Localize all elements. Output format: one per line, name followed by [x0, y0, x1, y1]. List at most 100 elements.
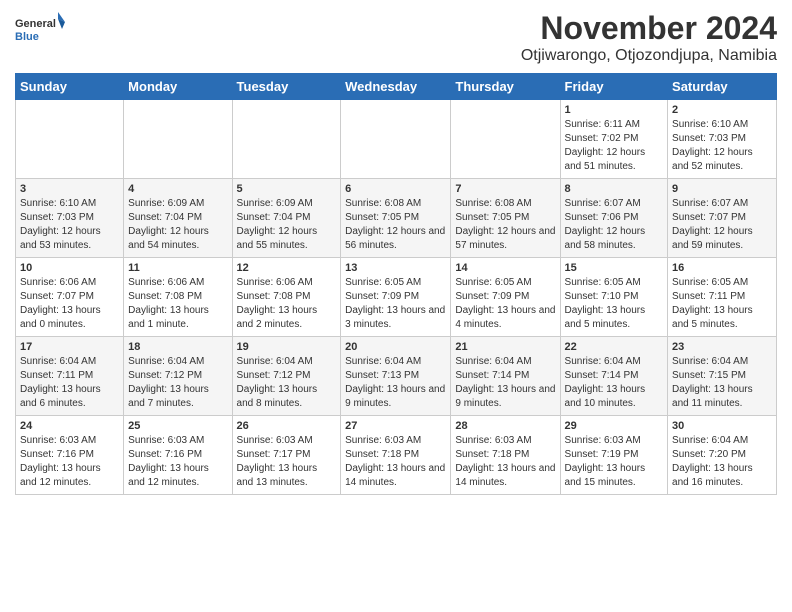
day-number: 12	[237, 262, 337, 274]
day-info: Sunrise: 6:03 AMSunset: 7:18 PMDaylight:…	[455, 434, 555, 490]
day-info: Sunrise: 6:03 AMSunset: 7:17 PMDaylight:…	[237, 434, 337, 490]
day-number: 5	[237, 183, 337, 195]
svg-text:General: General	[15, 18, 56, 30]
calendar-cell: 5 Sunrise: 6:09 AMSunset: 7:04 PMDaylight…	[232, 179, 341, 258]
day-number: 19	[237, 341, 337, 353]
day-number: 10	[20, 262, 119, 274]
calendar-cell: 15 Sunrise: 6:05 AMSunset: 7:10 PMDayligh…	[560, 258, 668, 337]
calendar-week-row: 24 Sunrise: 6:03 AMSunset: 7:16 PMDayligh…	[16, 416, 777, 495]
month-title: November 2024	[521, 10, 777, 47]
calendar-cell: 12Sunrise: 6:06 AMSunset: 7:08 PMDayligh…	[232, 258, 341, 337]
day-number: 8	[565, 183, 664, 195]
title-block: November 2024 Otjiwarongo, Otjozondjupa,…	[521, 10, 777, 65]
weekday-header: Saturday	[668, 74, 777, 100]
calendar-cell: 2 Sunrise: 6:10 AMSunset: 7:03 PMDaylight…	[668, 100, 777, 179]
day-number: 20	[345, 341, 446, 353]
day-info: Sunrise: 6:06 AMSunset: 7:08 PMDaylight:…	[128, 276, 227, 332]
weekday-header: Monday	[124, 74, 232, 100]
calendar-cell: 22 Sunrise: 6:04 AMSunset: 7:14 PMDayligh…	[560, 337, 668, 416]
logo-icon: General Blue	[15, 10, 65, 50]
calendar-cell: 16Sunrise: 6:05 AMSunset: 7:11 PMDayligh…	[668, 258, 777, 337]
day-number: 9	[672, 183, 772, 195]
day-info: Sunrise: 6:04 AMSunset: 7:11 PMDaylight:…	[20, 355, 119, 411]
calendar-cell	[16, 100, 124, 179]
calendar-cell: 7 Sunrise: 6:08 AMSunset: 7:05 PMDaylight…	[451, 179, 560, 258]
day-info: Sunrise: 6:04 AMSunset: 7:12 PMDaylight:…	[128, 355, 227, 411]
day-info: Sunrise: 6:05 AMSunset: 7:10 PMDaylight:…	[565, 276, 664, 332]
day-info: Sunrise: 6:08 AMSunset: 7:05 PMDaylight:…	[345, 197, 446, 253]
calendar-cell: 18 Sunrise: 6:04 AMSunset: 7:12 PMDayligh…	[124, 337, 232, 416]
weekday-header: Thursday	[451, 74, 560, 100]
day-number: 22	[565, 341, 664, 353]
calendar-week-row: 17 Sunrise: 6:04 AMSunset: 7:11 PMDayligh…	[16, 337, 777, 416]
weekday-header: Wednesday	[341, 74, 451, 100]
calendar-cell: 19 Sunrise: 6:04 AMSunset: 7:12 PMDayligh…	[232, 337, 341, 416]
calendar-week-row: 3 Sunrise: 6:10 AMSunset: 7:03 PMDaylight…	[16, 179, 777, 258]
day-number: 23	[672, 341, 772, 353]
day-info: Sunrise: 6:11 AMSunset: 7:02 PMDaylight:…	[565, 118, 664, 174]
day-info: Sunrise: 6:03 AMSunset: 7:19 PMDaylight:…	[565, 434, 664, 490]
day-number: 7	[455, 183, 555, 195]
day-number: 14	[455, 262, 555, 274]
calendar-cell: 6 Sunrise: 6:08 AMSunset: 7:05 PMDaylight…	[341, 179, 451, 258]
day-number: 28	[455, 420, 555, 432]
day-info: Sunrise: 6:10 AMSunset: 7:03 PMDaylight:…	[672, 118, 772, 174]
calendar-cell	[124, 100, 232, 179]
day-info: Sunrise: 6:03 AMSunset: 7:16 PMDaylight:…	[20, 434, 119, 490]
calendar-cell	[451, 100, 560, 179]
day-info: Sunrise: 6:05 AMSunset: 7:09 PMDaylight:…	[345, 276, 446, 332]
calendar-cell: 20Sunrise: 6:04 AMSunset: 7:13 PMDayligh…	[341, 337, 451, 416]
day-number: 6	[345, 183, 446, 195]
calendar-cell: 17 Sunrise: 6:04 AMSunset: 7:11 PMDayligh…	[16, 337, 124, 416]
calendar-week-row: 10Sunrise: 6:06 AMSunset: 7:07 PMDayligh…	[16, 258, 777, 337]
day-number: 2	[672, 104, 772, 116]
day-info: Sunrise: 6:04 AMSunset: 7:15 PMDaylight:…	[672, 355, 772, 411]
day-number: 15	[565, 262, 664, 274]
day-info: Sunrise: 6:03 AMSunset: 7:18 PMDaylight:…	[345, 434, 446, 490]
day-number: 30	[672, 420, 772, 432]
calendar-cell: 28 Sunrise: 6:03 AMSunset: 7:18 PMDayligh…	[451, 416, 560, 495]
day-number: 29	[565, 420, 664, 432]
day-info: Sunrise: 6:05 AMSunset: 7:09 PMDaylight:…	[455, 276, 555, 332]
day-number: 3	[20, 183, 119, 195]
day-number: 24	[20, 420, 119, 432]
day-number: 13	[345, 262, 446, 274]
day-number: 25	[128, 420, 227, 432]
day-number: 4	[128, 183, 227, 195]
day-info: Sunrise: 6:09 AMSunset: 7:04 PMDaylight:…	[237, 197, 337, 253]
day-number: 11	[128, 262, 227, 274]
calendar-cell: 3 Sunrise: 6:10 AMSunset: 7:03 PMDaylight…	[16, 179, 124, 258]
day-info: Sunrise: 6:08 AMSunset: 7:05 PMDaylight:…	[455, 197, 555, 253]
calendar-cell: 21 Sunrise: 6:04 AMSunset: 7:14 PMDayligh…	[451, 337, 560, 416]
weekday-header: Sunday	[16, 74, 124, 100]
svg-text:Blue: Blue	[15, 31, 39, 43]
day-info: Sunrise: 6:04 AMSunset: 7:20 PMDaylight:…	[672, 434, 772, 490]
day-info: Sunrise: 6:04 AMSunset: 7:14 PMDaylight:…	[565, 355, 664, 411]
calendar-cell: 8Sunrise: 6:07 AMSunset: 7:06 PMDaylight…	[560, 179, 668, 258]
day-number: 27	[345, 420, 446, 432]
calendar-cell: 10Sunrise: 6:06 AMSunset: 7:07 PMDayligh…	[16, 258, 124, 337]
calendar-cell: 13 Sunrise: 6:05 AMSunset: 7:09 PMDayligh…	[341, 258, 451, 337]
calendar-cell: 4 Sunrise: 6:09 AMSunset: 7:04 PMDaylight…	[124, 179, 232, 258]
weekday-header: Friday	[560, 74, 668, 100]
day-number: 18	[128, 341, 227, 353]
day-info: Sunrise: 6:10 AMSunset: 7:03 PMDaylight:…	[20, 197, 119, 253]
day-number: 17	[20, 341, 119, 353]
calendar-header-row: SundayMondayTuesdayWednesdayThursdayFrid…	[16, 74, 777, 100]
weekday-header: Tuesday	[232, 74, 341, 100]
day-number: 1	[565, 104, 664, 116]
calendar-cell: 1 Sunrise: 6:11 AMSunset: 7:02 PMDaylight…	[560, 100, 668, 179]
calendar-cell: 29 Sunrise: 6:03 AMSunset: 7:19 PMDayligh…	[560, 416, 668, 495]
calendar-cell: 25 Sunrise: 6:03 AMSunset: 7:16 PMDayligh…	[124, 416, 232, 495]
day-number: 26	[237, 420, 337, 432]
logo: General Blue	[15, 10, 65, 50]
day-info: Sunrise: 6:07 AMSunset: 7:07 PMDaylight:…	[672, 197, 772, 253]
day-info: Sunrise: 6:09 AMSunset: 7:04 PMDaylight:…	[128, 197, 227, 253]
day-info: Sunrise: 6:04 AMSunset: 7:12 PMDaylight:…	[237, 355, 337, 411]
day-number: 16	[672, 262, 772, 274]
day-number: 21	[455, 341, 555, 353]
calendar-cell: 14 Sunrise: 6:05 AMSunset: 7:09 PMDayligh…	[451, 258, 560, 337]
day-info: Sunrise: 6:03 AMSunset: 7:16 PMDaylight:…	[128, 434, 227, 490]
day-info: Sunrise: 6:04 AMSunset: 7:14 PMDaylight:…	[455, 355, 555, 411]
calendar-cell: 23 Sunrise: 6:04 AMSunset: 7:15 PMDayligh…	[668, 337, 777, 416]
